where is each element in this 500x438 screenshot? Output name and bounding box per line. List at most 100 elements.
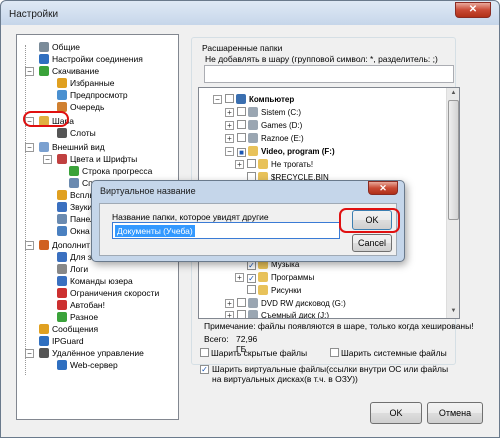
- settings-window: Настройки ✕ Общие Настройки соединения − Ск…: [0, 0, 500, 438]
- tree-item[interactable]: Удалённое управление: [39, 347, 144, 359]
- dialog-title: Виртуальное название: [100, 186, 196, 196]
- folder-item[interactable]: ✓ Программы: [247, 272, 314, 283]
- expand-toggle-icon[interactable]: +: [225, 108, 234, 117]
- collapse-toggle-icon[interactable]: −: [25, 349, 34, 358]
- share-system-label: Шарить системные файлы: [341, 348, 447, 358]
- network-icon: [39, 54, 49, 64]
- folder-item[interactable]: Raznoe (E:): [237, 133, 304, 144]
- tree-item[interactable]: Внешний вид: [39, 141, 105, 153]
- collapse-toggle-icon[interactable]: −: [25, 67, 34, 76]
- folder-item[interactable]: Sistem (C:): [237, 107, 301, 118]
- share-hidden-checkbox[interactable]: Шарить скрытые файлы: [200, 348, 307, 358]
- folder-item[interactable]: Не трогать!: [247, 159, 313, 170]
- tree-item[interactable]: Скачивание: [39, 65, 99, 77]
- tree-item[interactable]: Автобан!: [57, 299, 105, 311]
- folder-item[interactable]: Съемный диск (J:): [237, 310, 329, 318]
- expand-toggle-icon[interactable]: +: [225, 134, 234, 143]
- folder-checkbox[interactable]: [247, 285, 256, 294]
- expand-toggle-icon[interactable]: +: [235, 160, 244, 169]
- user-commands-icon: [57, 276, 67, 286]
- tree-item[interactable]: Всплы: [57, 189, 96, 201]
- tree-item-label: Дополнит: [52, 240, 91, 250]
- panel-icon: [57, 214, 67, 224]
- tree-item[interactable]: Ограничения скорости: [57, 287, 159, 299]
- collapse-toggle-icon[interactable]: −: [25, 143, 34, 152]
- expand-toggle-icon[interactable]: +: [225, 299, 234, 308]
- tree-item[interactable]: Цвета и Шрифты: [57, 153, 137, 165]
- window-close-button[interactable]: ✕: [455, 2, 491, 18]
- folder-item[interactable]: Компьютер: [225, 94, 294, 105]
- folder-item[interactable]: Games (D:): [237, 120, 302, 131]
- dialog-close-button[interactable]: ✕: [368, 181, 398, 195]
- remote-icon: [39, 348, 49, 358]
- tree-item-label: Сообщения: [52, 324, 99, 334]
- expand-toggle-icon[interactable]: +: [225, 311, 234, 318]
- expand-toggle-icon[interactable]: −: [213, 95, 222, 104]
- folder-checkbox[interactable]: [237, 133, 246, 142]
- folder-label: Video, program (F:): [261, 147, 335, 156]
- scroll-thumb[interactable]: [448, 100, 459, 220]
- folder-checkbox[interactable]: [237, 107, 246, 116]
- tree-item[interactable]: Дополнит: [39, 239, 90, 251]
- tree-item-label: Слоты: [70, 128, 96, 138]
- expand-toggle-icon[interactable]: +: [225, 121, 234, 130]
- log-icon: [57, 264, 67, 274]
- tree-item[interactable]: Общие: [39, 41, 80, 53]
- share-system-checkbox[interactable]: Шарить системные файлы: [330, 348, 447, 358]
- folder-checkbox[interactable]: [225, 94, 234, 103]
- tree-item[interactable]: Слоты: [57, 127, 96, 139]
- speed-limit-icon: [57, 288, 67, 298]
- tree-item-label: Предпросмотр: [70, 90, 128, 100]
- folder-checkbox[interactable]: ■: [237, 148, 246, 157]
- misc-icon: [57, 312, 67, 322]
- appearance-icon: [39, 142, 49, 152]
- tree-item[interactable]: Сообщения: [39, 323, 98, 335]
- collapse-toggle-icon[interactable]: −: [25, 241, 34, 250]
- tree-item[interactable]: Web-сервер: [57, 359, 118, 371]
- share-virtual-checkbox[interactable]: ✓ Шарить виртуальные файлы(ссылки внутри …: [200, 364, 455, 384]
- tree-item[interactable]: Строка прогресса: [69, 165, 152, 177]
- ok-button[interactable]: OK: [370, 402, 422, 424]
- dialog-cancel-button[interactable]: Cancel: [352, 234, 392, 252]
- shared-folders-label: Расшаренные папки: [202, 43, 283, 53]
- tree-item[interactable]: Команды юзера: [57, 275, 133, 287]
- scroll-down-icon[interactable]: ▼: [448, 306, 459, 317]
- tree-item[interactable]: Звуки: [57, 201, 92, 213]
- folder-item[interactable]: Рисунки: [247, 285, 301, 296]
- folder-checkbox[interactable]: [237, 310, 246, 318]
- messages-icon: [39, 324, 49, 334]
- folder-checkbox[interactable]: ✓: [247, 261, 256, 270]
- tree-item[interactable]: Настройки соединения: [39, 53, 143, 65]
- virtual-name-input[interactable]: Документы (Учеба): [112, 222, 340, 239]
- progress-icon: [69, 166, 79, 176]
- checkbox-box-checked: ✓: [200, 365, 209, 374]
- tree-item[interactable]: Избранные: [57, 77, 114, 89]
- folder-item[interactable]: DVD RW дисковод (G:): [237, 298, 346, 309]
- tree-item-label: Избранные: [70, 78, 115, 88]
- tree-item-label: Общие: [52, 42, 80, 52]
- cancel-button[interactable]: Отмена: [427, 402, 483, 424]
- title-bar: Настройки ✕: [1, 1, 499, 27]
- tree-item[interactable]: Панел: [57, 213, 95, 225]
- tree-item-label: Очередь: [70, 102, 105, 112]
- folder-checkbox[interactable]: [237, 120, 246, 129]
- tree-item[interactable]: Логи: [57, 263, 88, 275]
- tree-item[interactable]: Предпросмотр: [57, 89, 128, 101]
- exclude-input[interactable]: [204, 65, 454, 83]
- checkbox-box: [200, 348, 209, 357]
- tree-item[interactable]: IPGuard: [39, 335, 84, 347]
- scroll-up-icon[interactable]: ▲: [448, 88, 459, 99]
- window-title: Настройки: [9, 9, 59, 20]
- tree-item[interactable]: Разное: [57, 311, 98, 323]
- collapse-toggle-icon[interactable]: −: [43, 155, 52, 164]
- folder-checkbox[interactable]: [237, 298, 246, 307]
- tree-item-label: IPGuard: [52, 336, 84, 346]
- folder-item[interactable]: ■ Video, program (F:): [237, 146, 335, 157]
- expand-toggle-icon[interactable]: +: [235, 273, 244, 282]
- folder-checkbox[interactable]: ✓: [247, 274, 256, 283]
- expand-toggle-icon[interactable]: −: [225, 147, 234, 156]
- folder-tree-scrollbar[interactable]: ▲ ▼: [446, 88, 459, 318]
- tree-item[interactable]: Окна: [57, 225, 90, 237]
- folder-checkbox[interactable]: [247, 159, 256, 168]
- tree-item-label: Логи: [70, 264, 89, 274]
